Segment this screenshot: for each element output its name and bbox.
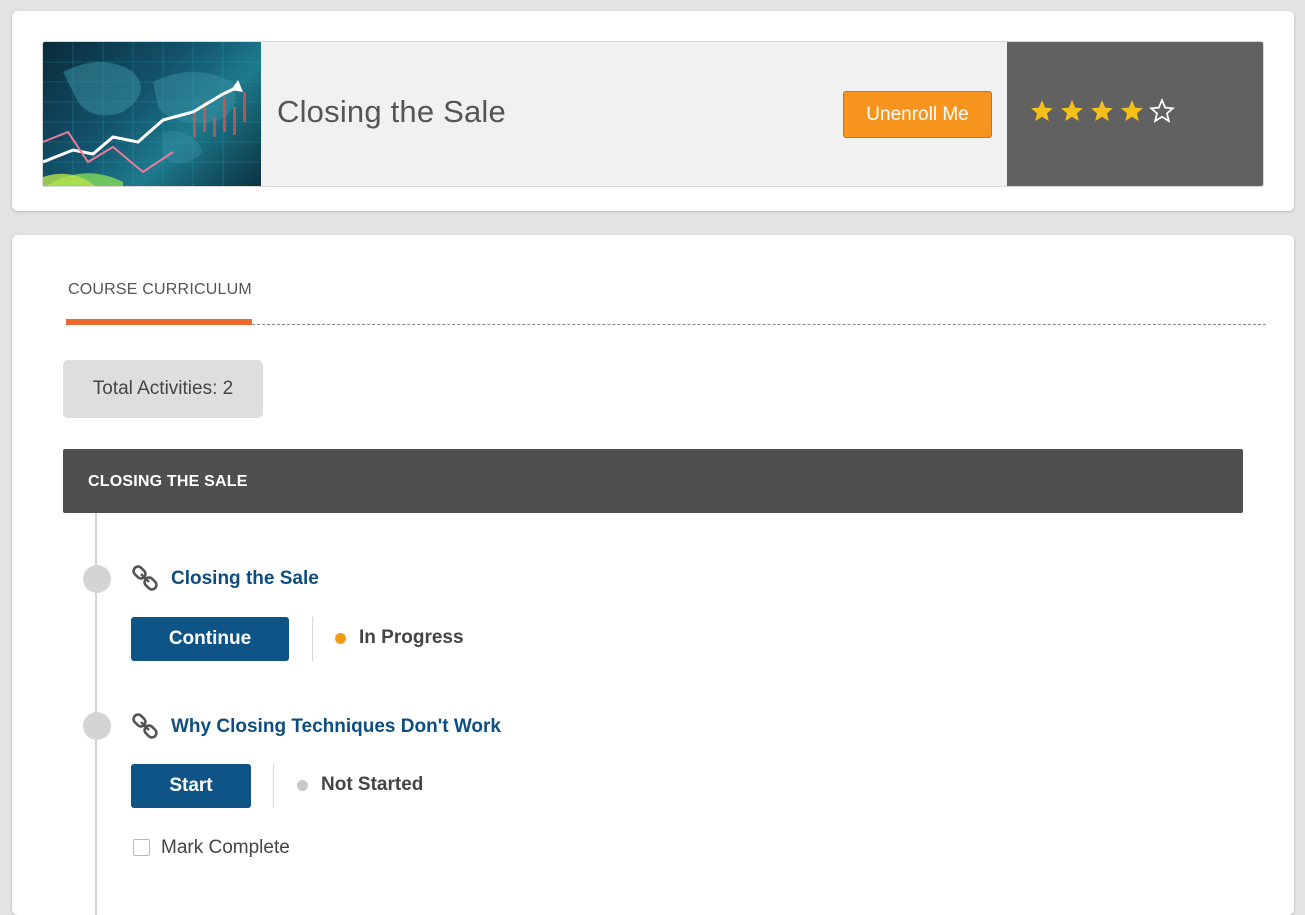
unenroll-button[interactable]: Unenroll Me (843, 91, 992, 138)
link-icon (132, 565, 158, 591)
star-filled-icon[interactable] (1029, 98, 1055, 124)
section-title: CLOSING THE SALE (88, 473, 248, 490)
star-filled-icon[interactable] (1119, 98, 1145, 124)
rating-panel (1007, 42, 1263, 186)
start-button[interactable]: Start (131, 764, 251, 808)
active-tab-indicator (66, 319, 252, 325)
star-rating[interactable] (1029, 98, 1175, 124)
course-header-card: Closing the Sale Unenroll Me (12, 11, 1294, 211)
star-empty-icon[interactable] (1149, 98, 1175, 124)
continue-button[interactable]: Continue (131, 617, 289, 661)
divider (312, 617, 313, 661)
activity-status: In Progress (359, 627, 464, 648)
not-started-status-dot (297, 780, 308, 791)
tab-divider (252, 324, 1266, 325)
course-banner: Closing the Sale Unenroll Me (42, 41, 1264, 187)
link-icon (132, 713, 158, 739)
in-progress-status-dot (335, 633, 346, 644)
timeline-node (83, 565, 111, 593)
tab-course-curriculum[interactable]: COURSE CURRICULUM (68, 281, 252, 299)
curriculum-card: COURSE CURRICULUM Total Activities: 2 CL… (12, 235, 1294, 915)
activity-status: Not Started (321, 774, 424, 795)
divider (273, 764, 274, 808)
section-header[interactable]: CLOSING THE SALE (63, 449, 1243, 513)
mark-complete-checkbox[interactable] (133, 839, 150, 856)
activity-title-link[interactable]: Closing the Sale (171, 568, 319, 590)
mark-complete-label[interactable]: Mark Complete (161, 837, 290, 859)
star-filled-icon[interactable] (1089, 98, 1115, 124)
timeline-node (83, 712, 111, 740)
activity-title-link[interactable]: Why Closing Techniques Don't Work (171, 716, 501, 738)
total-activities-badge: Total Activities: 2 (63, 360, 263, 418)
course-thumbnail (43, 42, 261, 186)
course-title: Closing the Sale (277, 94, 506, 129)
star-filled-icon[interactable] (1059, 98, 1085, 124)
